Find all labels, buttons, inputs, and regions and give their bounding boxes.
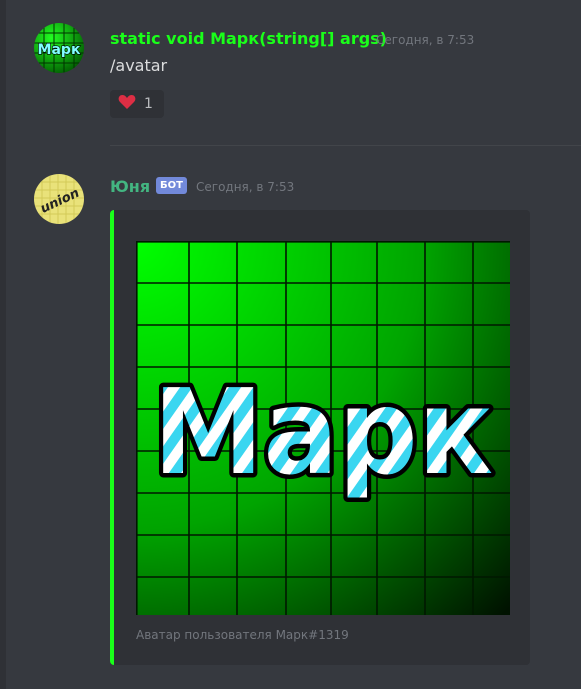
timestamp: Сегодня, в 7:53: [376, 33, 475, 47]
embed-footer: Аватар пользователя Марк#1319: [136, 628, 349, 642]
username[interactable]: Юня: [110, 177, 150, 196]
message-content: /avatar: [110, 56, 168, 75]
avatar[interactable]: Марк: [34, 23, 84, 73]
embed-avatar-image[interactable]: Марк: [136, 241, 510, 615]
avatar-text: Марк: [38, 42, 81, 58]
embed-color-bar: [110, 210, 114, 665]
avatar[interactable]: union: [34, 174, 84, 224]
reaction-count: 1: [144, 96, 153, 112]
bot-tag: БОТ: [156, 177, 187, 194]
username[interactable]: static void Марк(string[] args): [110, 29, 387, 48]
embed-image-text: Марк: [153, 363, 493, 501]
message-divider: [110, 145, 581, 146]
timestamp: Сегодня, в 7:53: [196, 180, 295, 194]
reaction-button[interactable]: 1: [110, 90, 164, 118]
channel-left-edge: [0, 0, 6, 689]
embed: Марк Аватар пользователя Марк#1319: [110, 210, 530, 665]
heart-icon: [118, 94, 136, 114]
